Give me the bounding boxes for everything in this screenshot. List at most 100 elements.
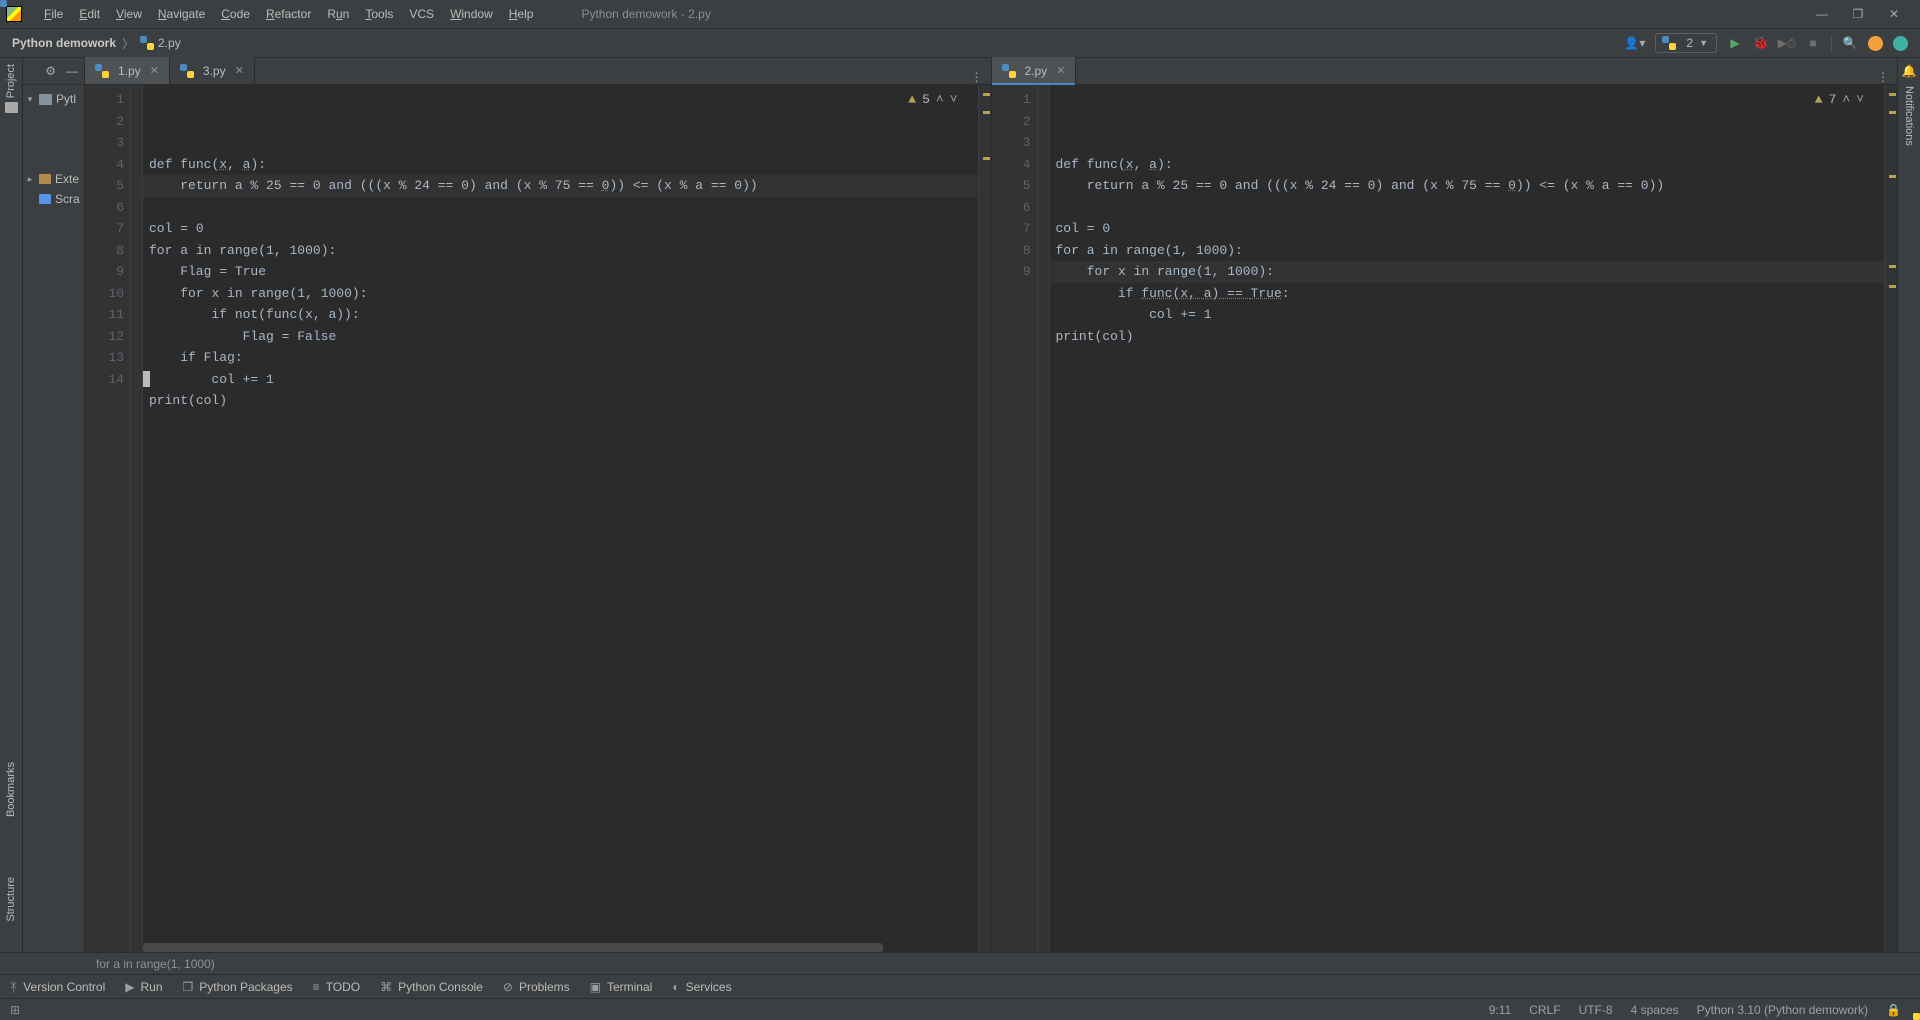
- warning-count: 7: [1829, 89, 1837, 111]
- fold-gutter[interactable]: [131, 85, 143, 952]
- menu-view[interactable]: View: [108, 5, 150, 23]
- tool-terminal[interactable]: ▣Terminal: [590, 980, 653, 994]
- folder-icon: [5, 102, 18, 113]
- ide-update-icon[interactable]: [1868, 36, 1883, 51]
- tree-file[interactable]: [25, 109, 82, 129]
- tree-external-libs[interactable]: ▸Exte: [25, 169, 82, 189]
- tab-label: 3.py: [203, 64, 226, 78]
- menu-navigate[interactable]: Navigate: [150, 5, 213, 23]
- tool-run[interactable]: ▶Run: [125, 980, 162, 994]
- project-tool-window: ⚙ — ▾Pytl ▸Exte ▸Scra: [23, 58, 85, 952]
- nav-down-icon[interactable]: ˅: [1856, 89, 1864, 111]
- code-with-me-icon[interactable]: 👤▾: [1624, 36, 1645, 50]
- code-breadcrumb[interactable]: for a in range(1, 1000): [0, 952, 1920, 974]
- tool-python-console[interactable]: ⌘Python Console: [380, 980, 483, 994]
- tab-2py[interactable]: 2.py ✕: [992, 57, 1077, 84]
- close-icon[interactable]: ✕: [1056, 64, 1065, 77]
- window-maximize-icon[interactable]: ❐: [1852, 7, 1864, 21]
- tool-tab-bookmarks[interactable]: Bookmarks: [5, 762, 17, 817]
- status-line-ending[interactable]: CRLF: [1520, 1003, 1569, 1017]
- bottom-tool-bar: ᛡVersion Control ▶Run ❒Python Packages ≡…: [0, 974, 1920, 998]
- python-file-icon: [95, 64, 109, 78]
- ide-plugin-icon[interactable]: [1893, 36, 1908, 51]
- app-logo-icon: [6, 6, 22, 22]
- tool-services[interactable]: ◐Services: [672, 980, 731, 994]
- editor-splitter: 1.py ✕ 3.py ✕ ⋮ 1234567891011121314 def …: [85, 58, 1897, 952]
- editor-tabs-right: 2.py ✕ ⋮: [992, 58, 1898, 85]
- menu-refactor[interactable]: Refactor: [258, 5, 319, 23]
- debug-icon[interactable]: 🐞: [1753, 35, 1769, 51]
- nav-down-icon[interactable]: ˅: [950, 89, 958, 111]
- tree-file[interactable]: [25, 129, 82, 149]
- gutter-line-numbers[interactable]: 123456789: [992, 85, 1038, 952]
- editor-pane-left: 1.py ✕ 3.py ✕ ⋮ 1234567891011121314 def …: [85, 58, 992, 952]
- window-close-icon[interactable]: ✕: [1888, 7, 1900, 21]
- code-area[interactable]: def func(x, a): return a % 25 == 0 and (…: [1050, 85, 1885, 952]
- menu-bar: File Edit View Navigate Code Refactor Ru…: [0, 0, 1920, 28]
- tab-overflow-icon[interactable]: ⋮: [963, 70, 991, 84]
- horizontal-scrollbar[interactable]: [143, 943, 966, 952]
- text-caret: [143, 371, 150, 387]
- window-title: Python demowork - 2.py: [581, 7, 710, 21]
- tab-3py[interactable]: 3.py ✕: [170, 57, 255, 84]
- tool-tab-notifications[interactable]: Notifications: [1903, 86, 1915, 146]
- status-indent[interactable]: 4 spaces: [1622, 1003, 1688, 1017]
- run-config-selector[interactable]: 2 ▼: [1655, 33, 1717, 53]
- search-icon[interactable]: 🔍: [1842, 35, 1858, 51]
- tab-1py[interactable]: 1.py ✕: [85, 57, 170, 84]
- status-caret-position[interactable]: 9:11: [1480, 1003, 1520, 1017]
- breadcrumb-separator-icon: 〉: [122, 35, 134, 52]
- nav-up-icon[interactable]: ˄: [1842, 89, 1850, 111]
- stop-icon[interactable]: ■: [1805, 35, 1821, 51]
- warning-icon[interactable]: ▲: [908, 89, 916, 111]
- bell-icon[interactable]: 🔔: [1902, 64, 1917, 78]
- status-encoding[interactable]: UTF-8: [1570, 1003, 1622, 1017]
- editor-tabs-left: 1.py ✕ 3.py ✕ ⋮: [85, 58, 991, 85]
- menu-help[interactable]: Help: [501, 5, 542, 23]
- tool-problems[interactable]: ⊘Problems: [503, 980, 570, 994]
- tool-todo[interactable]: ≡TODO: [313, 980, 360, 994]
- nav-up-icon[interactable]: ˄: [936, 89, 944, 111]
- tool-version-control[interactable]: ᛡVersion Control: [10, 980, 105, 994]
- editor-right[interactable]: 123456789 def func(x, a): return a % 25 …: [992, 85, 1898, 952]
- tab-overflow-icon[interactable]: ⋮: [1869, 70, 1897, 84]
- menu-tools[interactable]: Tools: [357, 5, 401, 23]
- quick-access-icon[interactable]: ⊞: [10, 1003, 20, 1017]
- editor-markers[interactable]: [1884, 85, 1897, 952]
- collapse-icon[interactable]: —: [66, 64, 78, 78]
- warning-icon[interactable]: ▲: [1815, 89, 1823, 111]
- lock-icon[interactable]: 🔒: [1877, 1003, 1910, 1017]
- gutter-line-numbers[interactable]: 1234567891011121314: [85, 85, 131, 952]
- editor-left[interactable]: 1234567891011121314 def func(x, a): retu…: [85, 85, 991, 952]
- gear-icon[interactable]: ⚙: [45, 64, 56, 78]
- menu-vcs[interactable]: VCS: [401, 5, 442, 23]
- tool-tab-project[interactable]: Project: [5, 64, 17, 98]
- run-coverage-icon[interactable]: ▶⎙: [1779, 35, 1795, 51]
- code-area[interactable]: def func(x, a): return a % 25 == 0 and (…: [143, 85, 978, 952]
- right-tool-strip: 🔔 Notifications: [1897, 58, 1920, 952]
- menu-code[interactable]: Code: [213, 5, 258, 23]
- tool-tab-structure[interactable]: Structure: [5, 877, 17, 922]
- breadcrumb-project[interactable]: Python demowork: [12, 36, 116, 50]
- status-interpreter[interactable]: Python 3.10 (Python demowork): [1688, 1003, 1877, 1017]
- close-icon[interactable]: ✕: [235, 64, 244, 77]
- tab-label: 1.py: [118, 64, 141, 78]
- breadcrumb-file[interactable]: 2.py: [158, 36, 181, 50]
- editor-markers[interactable]: [978, 85, 991, 952]
- fold-gutter[interactable]: [1038, 85, 1050, 952]
- menu-window[interactable]: Window: [442, 5, 501, 23]
- window-minimize-icon[interactable]: —: [1816, 7, 1828, 21]
- menu-file[interactable]: File: [36, 5, 71, 23]
- tree-scratches[interactable]: ▸Scra: [25, 189, 82, 209]
- tool-python-packages[interactable]: ❒Python Packages: [183, 980, 293, 994]
- left-tool-strip: Project Bookmarks Structure: [0, 58, 23, 952]
- close-icon[interactable]: ✕: [150, 64, 159, 77]
- run-icon[interactable]: ▶: [1727, 35, 1743, 51]
- library-icon: [39, 174, 51, 184]
- folder-icon: [39, 94, 52, 105]
- tree-root[interactable]: ▾Pytl: [25, 89, 82, 109]
- menu-edit[interactable]: Edit: [71, 5, 108, 23]
- tree-file[interactable]: [25, 149, 82, 169]
- python-file-icon: [1002, 64, 1016, 78]
- menu-run[interactable]: Run: [319, 5, 357, 23]
